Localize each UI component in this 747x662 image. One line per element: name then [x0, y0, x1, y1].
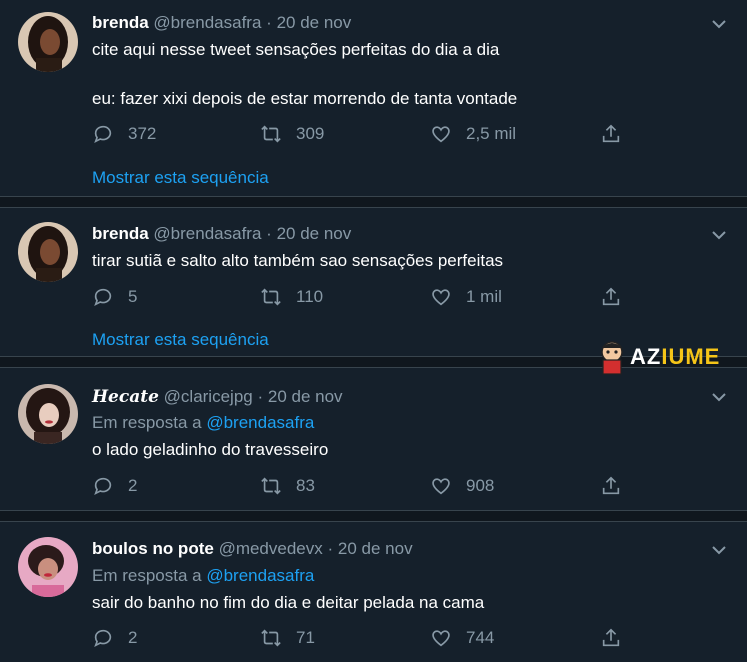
- reply-button[interactable]: 5: [92, 285, 137, 309]
- tweet-text-line: eu: fazer xixi depois de estar morrendo …: [92, 89, 518, 108]
- watermark-text: AZIUME: [630, 344, 721, 369]
- retweet-icon: [261, 125, 281, 143]
- tweet-date[interactable]: 20 de nov: [277, 13, 352, 32]
- like-icon: [432, 126, 450, 143]
- divider: [0, 510, 747, 522]
- retweet-count: 83: [296, 476, 315, 495]
- show-thread-link[interactable]: Mostrar esta sequência: [92, 330, 269, 350]
- reply-count: 372: [128, 124, 157, 143]
- display-name[interactable]: brenda: [92, 224, 149, 243]
- like-count: 2,5 mil: [466, 124, 517, 143]
- tweet-1[interactable]: brenda @brendasafra · 20 de nov cite aqu…: [0, 0, 747, 196]
- avatar[interactable]: [18, 222, 78, 282]
- tweet-text-line: sair do banho no fim do dia e deitar pel…: [92, 593, 485, 612]
- reply-icon: [94, 125, 112, 143]
- like-count: 1 mil: [466, 287, 502, 306]
- reply-label: Em resposta a: [92, 413, 202, 432]
- tweet-date[interactable]: 20 de nov: [277, 224, 352, 243]
- separator: ·: [257, 387, 264, 406]
- retweet-count: 110: [296, 287, 324, 306]
- reply-button[interactable]: 2: [92, 474, 137, 498]
- chevron-down-icon[interactable]: [711, 16, 727, 32]
- chevron-down-icon[interactable]: [711, 542, 727, 558]
- tweet-2[interactable]: brenda @brendasafra · 20 de nov tirar su…: [0, 208, 747, 356]
- retweet-count: 309: [296, 124, 325, 143]
- avatar[interactable]: [18, 12, 78, 72]
- retweet-icon: [261, 477, 281, 495]
- divider: [0, 196, 747, 208]
- tweet-3[interactable]: Hecate @claricejpg · 20 de nov Em respos…: [0, 368, 747, 510]
- like-button[interactable]: 908: [430, 474, 494, 498]
- chevron-down-icon[interactable]: [711, 227, 727, 243]
- reply-label: Em resposta a: [92, 566, 202, 585]
- like-icon: [432, 478, 450, 495]
- mention-link[interactable]: @brendasafra: [206, 566, 314, 585]
- tweet-text-line: cite aqui nesse tweet sensações perfeita…: [92, 40, 500, 59]
- user-handle[interactable]: @claricejpg: [164, 387, 253, 406]
- retweet-button[interactable]: 71: [260, 626, 315, 650]
- reply-button[interactable]: 372: [92, 122, 156, 146]
- separator: ·: [266, 13, 272, 32]
- retweet-button[interactable]: 309: [260, 122, 324, 146]
- retweet-button[interactable]: 110: [260, 285, 323, 309]
- avatar[interactable]: [18, 384, 78, 444]
- mention-link[interactable]: @brendasafra: [206, 413, 314, 432]
- tweet-text-line: tirar sutiã e salto alto também sao sens…: [92, 251, 504, 270]
- tweet-text-line: o lado geladinho do travesseiro: [92, 440, 329, 459]
- reply-count: 2: [128, 476, 138, 495]
- aziume-watermark: AZIUME: [592, 336, 740, 376]
- user-handle[interactable]: @brendasafra: [153, 13, 261, 32]
- share-button[interactable]: [600, 285, 622, 309]
- tweet-date[interactable]: 20 de nov: [268, 387, 343, 406]
- reply-context: Em resposta a @brendasafra: [92, 565, 314, 587]
- tweet-date[interactable]: 20 de nov: [338, 539, 413, 558]
- like-icon: [432, 630, 450, 647]
- display-name[interactable]: Hecate: [92, 387, 159, 407]
- share-button[interactable]: [600, 474, 622, 498]
- share-icon: [602, 124, 620, 143]
- reply-count: 2: [128, 628, 138, 647]
- reply-button[interactable]: 2: [92, 626, 137, 650]
- reply-icon: [94, 477, 112, 495]
- avatar[interactable]: [18, 537, 78, 597]
- reply-context: Em resposta a @brendasafra: [92, 412, 314, 434]
- tweet-4[interactable]: boulos no pote @medvedevx · 20 de nov Em…: [0, 522, 747, 662]
- show-thread-link[interactable]: Mostrar esta sequência: [92, 168, 269, 188]
- like-count: 744: [466, 628, 495, 647]
- display-name[interactable]: boulos no pote: [92, 539, 214, 558]
- reply-icon: [94, 629, 112, 647]
- like-icon: [432, 289, 450, 306]
- share-icon: [602, 287, 620, 306]
- separator: ·: [266, 224, 272, 243]
- user-handle[interactable]: @brendasafra: [153, 224, 261, 243]
- mascot-icon: [601, 341, 623, 375]
- like-count: 908: [466, 476, 495, 495]
- retweet-button[interactable]: 83: [260, 474, 315, 498]
- chevron-down-icon[interactable]: [711, 389, 727, 405]
- share-icon: [602, 476, 620, 495]
- retweet-icon: [261, 629, 281, 647]
- reply-count: 5: [128, 287, 138, 306]
- share-icon: [602, 628, 620, 647]
- reply-icon: [94, 288, 112, 306]
- like-button[interactable]: 1 mil: [430, 285, 502, 309]
- like-button[interactable]: 744: [430, 626, 494, 650]
- display-name[interactable]: brenda: [92, 13, 149, 32]
- separator: ·: [327, 539, 334, 558]
- share-button[interactable]: [600, 626, 622, 650]
- retweet-count: 71: [296, 628, 315, 647]
- like-button[interactable]: 2,5 mil: [430, 122, 516, 146]
- retweet-icon: [261, 288, 281, 306]
- share-button[interactable]: [600, 122, 622, 146]
- user-handle[interactable]: @medvedevx: [219, 539, 323, 558]
